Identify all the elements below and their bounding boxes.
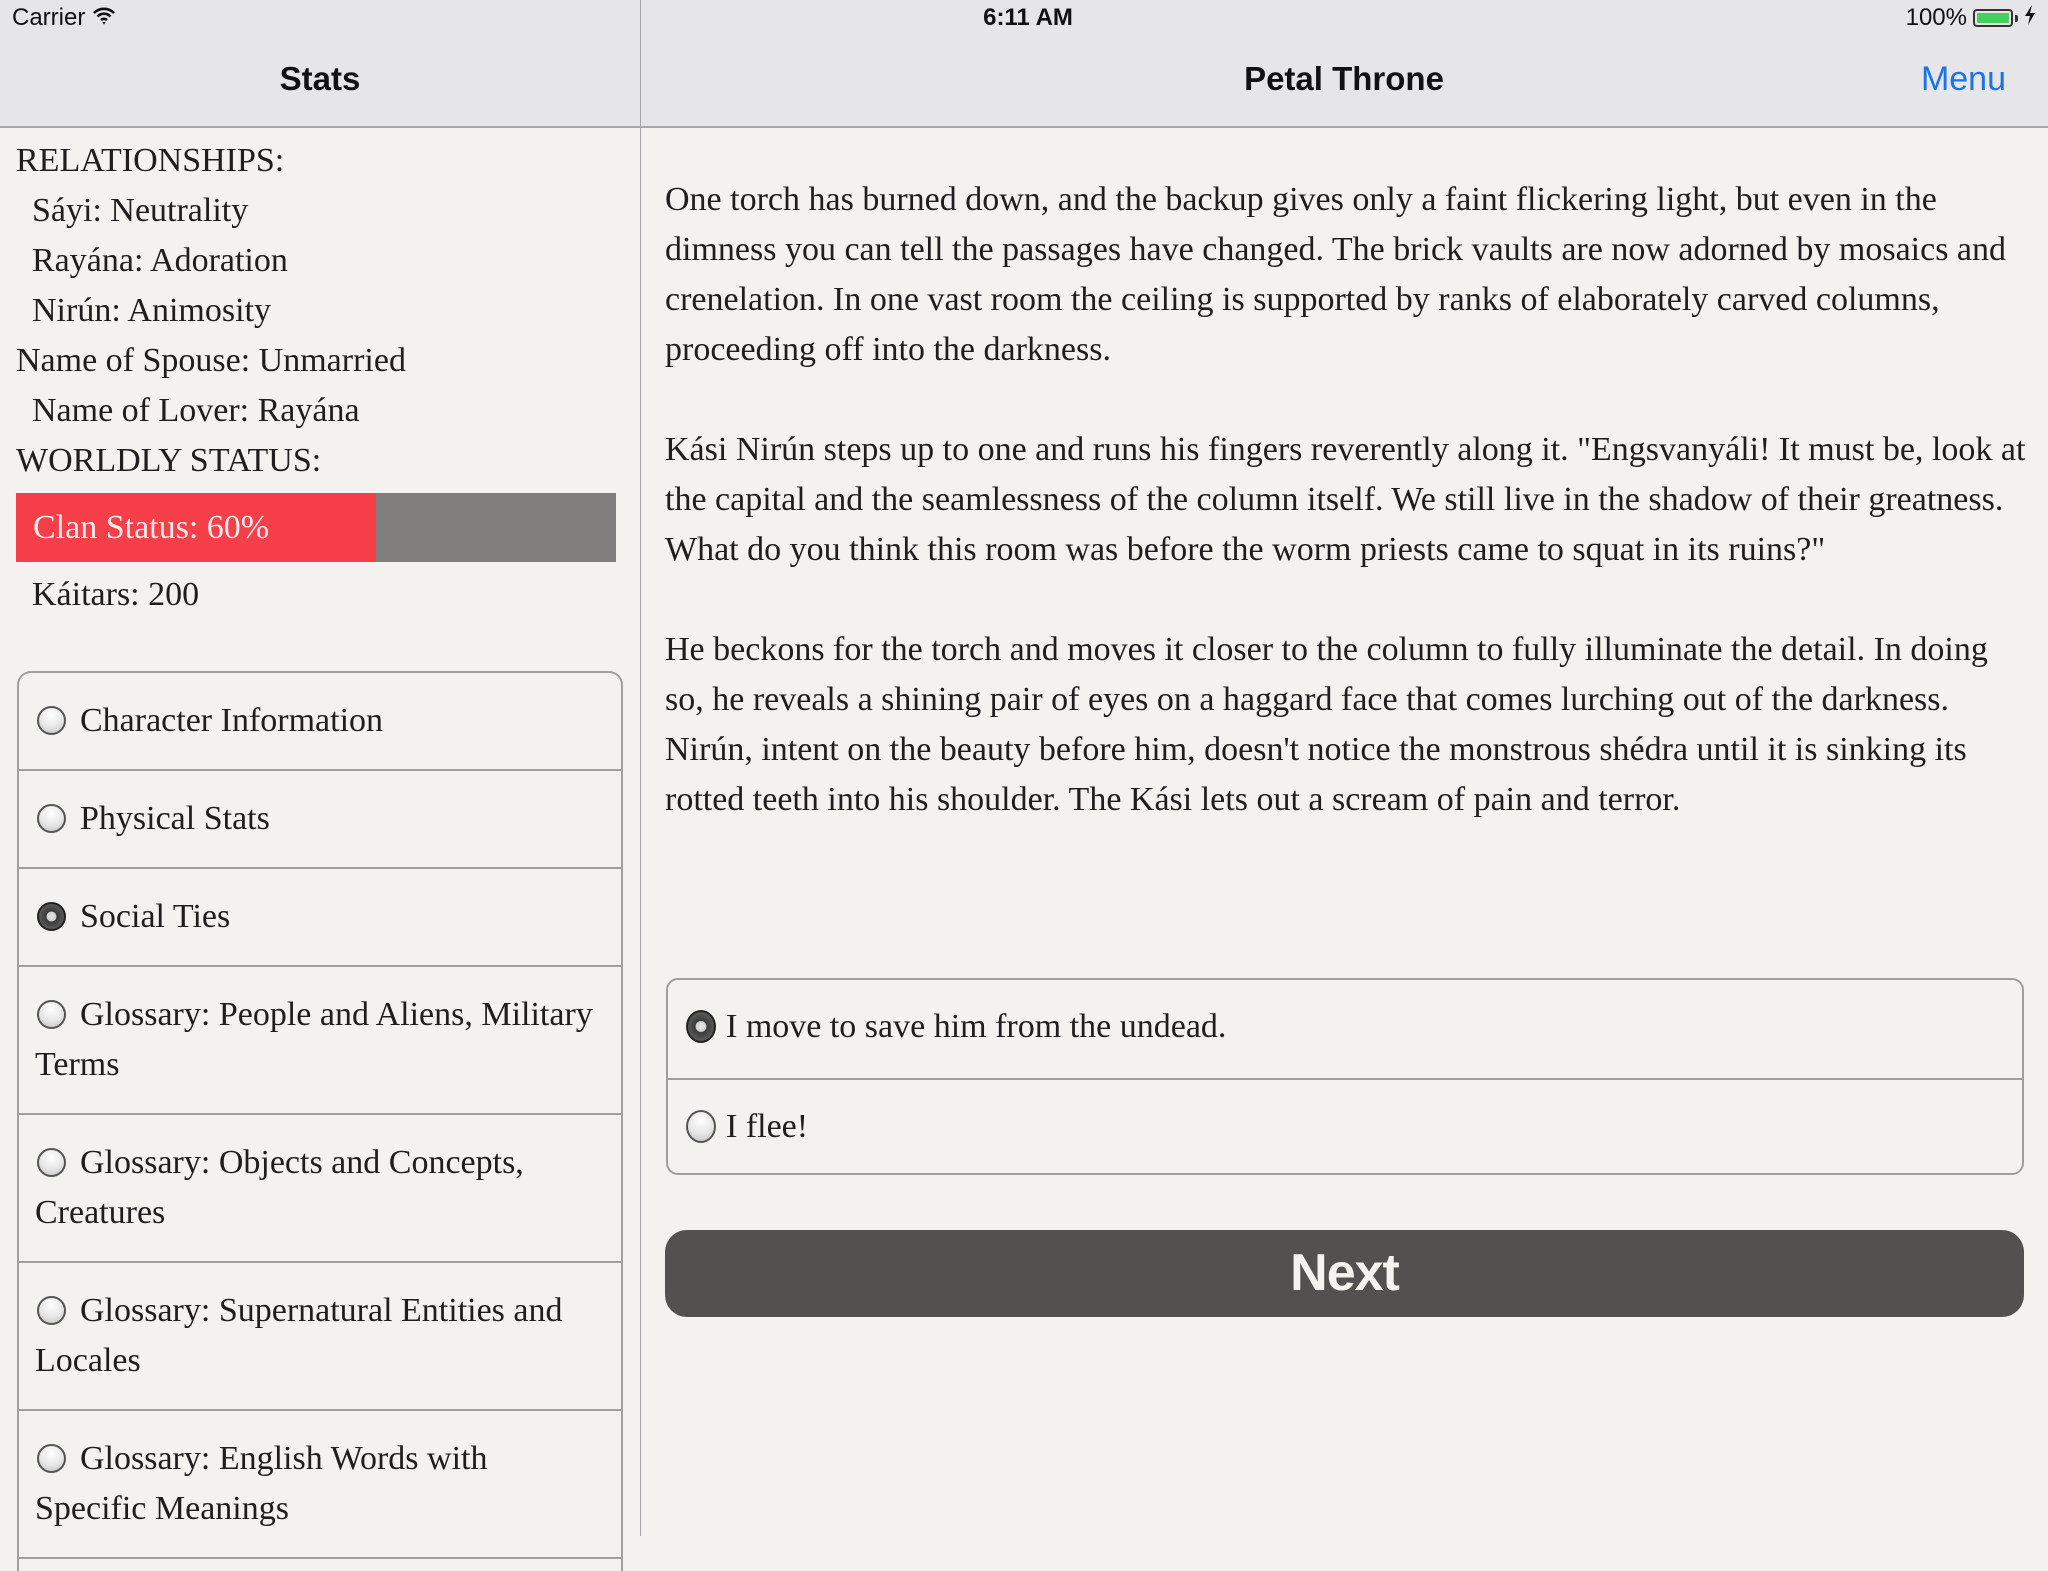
carrier-label: Carrier xyxy=(12,4,86,31)
relationship-item: Sáyi: Neutrality xyxy=(32,192,249,229)
clan-status-bar: Clan Status: 60% xyxy=(16,493,616,562)
list-item-label: Physical Stats xyxy=(80,800,270,837)
spouse-stat: Name of Spouse: Unmarried xyxy=(16,342,406,379)
story-paragraph: One torch has burned down, and the backu… xyxy=(665,181,2007,368)
list-item-label: Glossary: Supernatural Entities and Loca… xyxy=(35,1292,563,1379)
wifi-icon xyxy=(93,4,116,32)
story-text: One torch has burned down, and the backu… xyxy=(665,175,2035,875)
battery-icon xyxy=(1973,9,2013,27)
radio-selected-icon xyxy=(37,902,66,931)
stats-menu-item-glossary-english[interactable]: Glossary: English Words with Specific Me… xyxy=(19,1411,621,1559)
stats-menu-item-glossary-objects[interactable]: Glossary: Objects and Concepts, Creature… xyxy=(19,1115,621,1263)
list-item-label: Character Information xyxy=(80,702,384,739)
relationship-item: Nirún: Animosity xyxy=(32,292,271,329)
stats-menu-item-social-ties[interactable]: Social Ties xyxy=(19,869,621,967)
relationship-item: Rayána: Adoration xyxy=(32,242,288,279)
radio-icon xyxy=(37,804,66,833)
stats-pane: RELATIONSHIPS: Sáyi: Neutrality Rayána: … xyxy=(0,128,640,1571)
stats-title: Stats xyxy=(279,60,361,97)
radio-icon xyxy=(37,1296,66,1325)
choice-flee[interactable]: I flee! xyxy=(668,1078,2022,1173)
status-bar-right: 100% xyxy=(1906,4,2036,32)
battery-percent: 100% xyxy=(1905,4,1967,31)
radio-icon xyxy=(686,1110,716,1143)
stats-menu-item-physical-stats[interactable]: Physical Stats xyxy=(19,771,621,869)
bolt-icon xyxy=(2024,4,2036,32)
radio-icon xyxy=(37,1000,66,1029)
stats-menu-list: Character Information Physical Stats Soc… xyxy=(17,671,623,1571)
page-title: Petal Throne xyxy=(1244,60,1444,97)
radio-icon xyxy=(37,706,66,735)
pane-divider xyxy=(640,0,641,1536)
stats-menu-item-character-information[interactable]: Character Information xyxy=(19,673,621,771)
radio-icon xyxy=(37,1444,66,1473)
choice-save-him[interactable]: I move to save him from the undead. xyxy=(668,980,2022,1078)
choice-list: I move to save him from the undead. I fl… xyxy=(666,978,2024,1175)
list-item-label: Glossary: People and Aliens, Military Te… xyxy=(35,996,593,1083)
stats-menu-item-glossary-people[interactable]: Glossary: People and Aliens, Military Te… xyxy=(19,967,621,1115)
kaitars-stat: Káitars: 200 xyxy=(32,576,200,613)
top-bar: Carrier 6:11 AM 100% Stats Petal Throne … xyxy=(0,0,2048,128)
radio-icon xyxy=(37,1148,66,1177)
relationships-heading: RELATIONSHIPS: xyxy=(16,142,285,179)
list-item-label: Glossary: English Words with Specific Me… xyxy=(35,1440,488,1527)
next-button[interactable]: Next xyxy=(665,1230,2024,1317)
choice-label: I flee! xyxy=(726,1108,809,1145)
choice-label: I move to save him from the undead. xyxy=(726,1008,1227,1045)
story-paragraph: Kási Nirún steps up to one and runs his … xyxy=(665,431,2026,568)
story-paragraph: He beckons for the torch and moves it cl… xyxy=(665,631,1988,818)
lover-stat: Name of Lover: Rayána xyxy=(32,392,360,429)
list-item-label: Social Ties xyxy=(80,898,231,935)
clan-status-label: Clan Status: 60% xyxy=(33,509,270,546)
list-item-label: Glossary: Objects and Concepts, Creature… xyxy=(35,1144,524,1231)
status-bar-left: Carrier xyxy=(12,4,116,32)
worldly-status-heading: WORLDLY STATUS: xyxy=(16,442,322,479)
radio-selected-icon xyxy=(686,1010,716,1043)
stats-menu-item-glossary-supernatural[interactable]: Glossary: Supernatural Entities and Loca… xyxy=(19,1263,621,1411)
status-time: 6:11 AM xyxy=(983,4,1073,31)
menu-button[interactable]: Menu xyxy=(1921,60,2006,99)
battery-tip xyxy=(2015,14,2018,22)
